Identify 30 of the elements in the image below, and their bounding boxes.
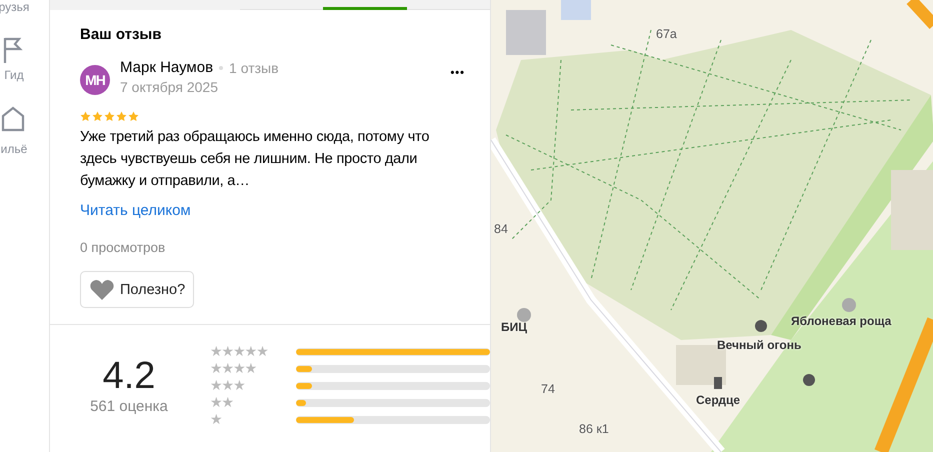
star-rating-label: ★★★★★ [210, 344, 268, 360]
heart-icon [90, 279, 114, 300]
review-text: Уже третий раз обращаюсь именно сюда, потому что здесь чувствуешь себя не лишним. Не просто дали бумажку и отправили, а… [80, 128, 430, 191]
views-count: 0 просмотров [80, 240, 166, 255]
star-rating-label: ★ [210, 412, 222, 428]
rating-count: 561 оценка [90, 398, 168, 415]
house-number: 67а [656, 27, 677, 41]
useful-button[interactable]: Полезно? [80, 271, 194, 308]
house-number: 74 [541, 382, 555, 396]
sidebar-item-label[interactable]: Гид [4, 68, 24, 82]
separator-dot [219, 66, 224, 70]
review-count: 1 отзыв [229, 60, 279, 76]
sidebar-item-label[interactable]: ильё [0, 142, 28, 156]
author-name[interactable]: Марк Наумов [120, 59, 214, 76]
house-number: 86 к1 [579, 422, 609, 436]
place-label: Вечный огонь [717, 338, 802, 352]
place-label: Яблоневая роща [791, 314, 892, 328]
place-label: БИЦ [501, 320, 528, 334]
star-rating-label: ★★★★ [210, 361, 256, 377]
review-date: 7 октября 2025 [120, 79, 218, 95]
more-menu-button[interactable]: ••• [450, 67, 465, 79]
house-number: 84 [494, 222, 508, 236]
rating-score: 4.2 [102, 355, 156, 398]
star-rating-label: ★★★ [210, 378, 245, 394]
place-label: Сердце [696, 393, 740, 407]
avatar[interactable]: МН [80, 65, 110, 95]
map-drawing[interactable] [491, 0, 933, 452]
section-title: Ваш отзыв [80, 26, 162, 43]
star-rating-label: ★★ [210, 395, 234, 411]
read-more-link[interactable]: Читать целиком [80, 202, 191, 219]
